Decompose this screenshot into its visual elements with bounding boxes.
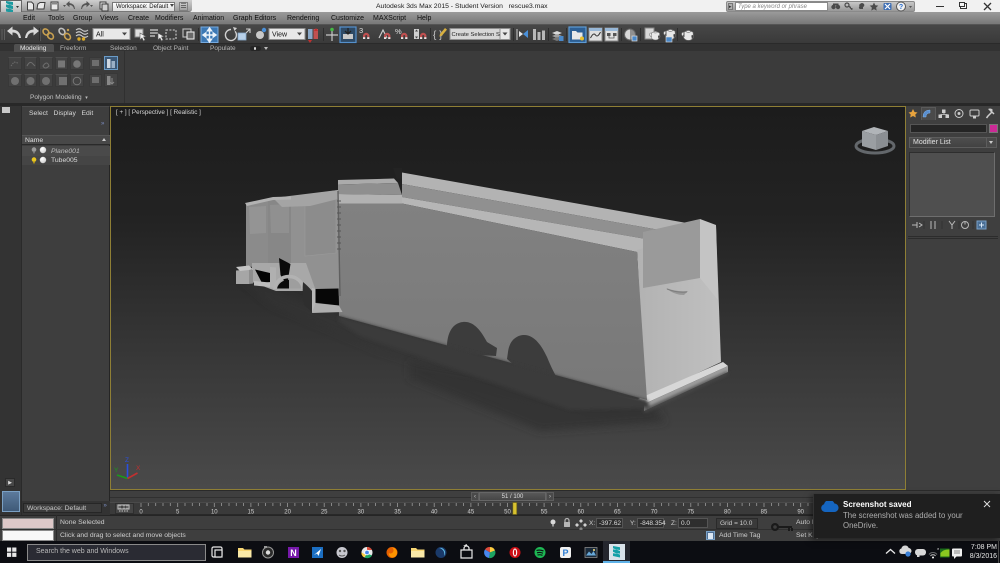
svg-text:?: ? bbox=[899, 4, 903, 11]
svg-text:View: View bbox=[272, 32, 288, 39]
svg-text:All: All bbox=[96, 32, 104, 39]
svg-text:Y: Y bbox=[114, 467, 119, 474]
svg-text:P: P bbox=[562, 548, 568, 558]
svg-text:*: * bbox=[937, 548, 940, 554]
svg-text:Create Selection Se: Create Selection Se bbox=[452, 32, 504, 38]
svg-text:3: 3 bbox=[359, 26, 363, 35]
svg-text:Z: Z bbox=[125, 457, 129, 464]
svg-text:N: N bbox=[290, 548, 297, 558]
svg-text:X: X bbox=[136, 465, 141, 472]
svg-text:%: % bbox=[395, 27, 402, 36]
